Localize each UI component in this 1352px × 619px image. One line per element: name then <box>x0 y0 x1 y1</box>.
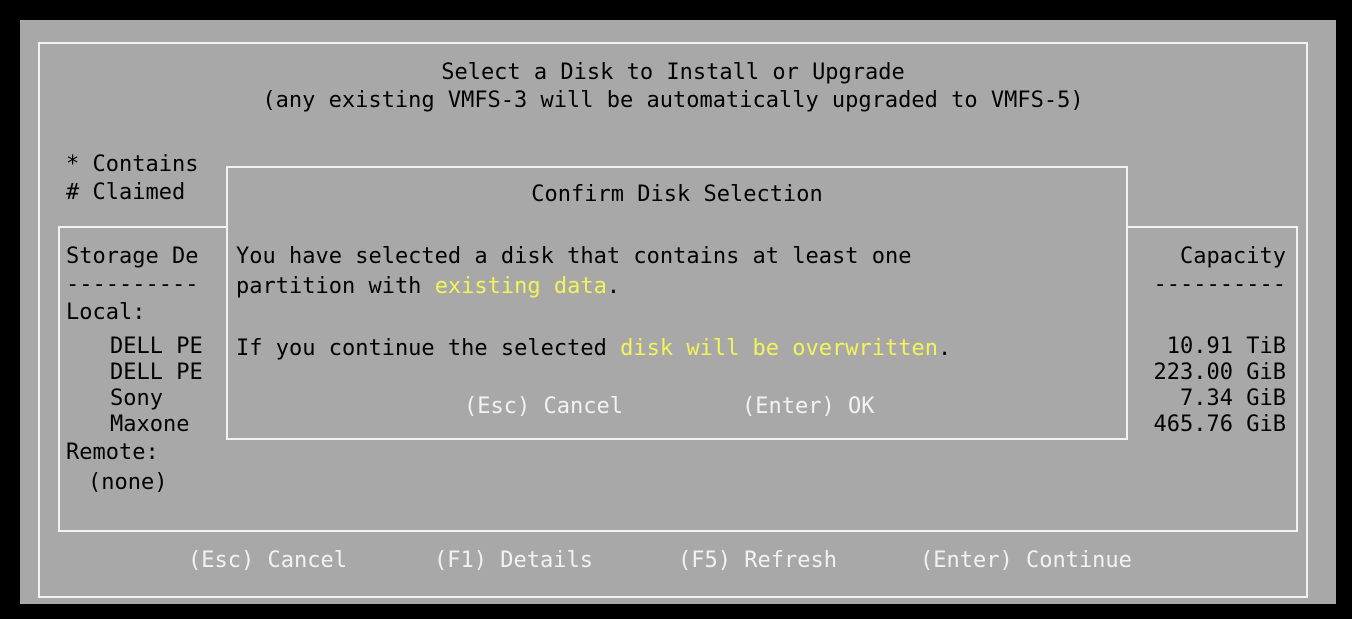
separator-left: ---------- <box>66 272 199 297</box>
legend-claimed: # Claimed <box>66 180 186 205</box>
dialog-ok-button[interactable]: (Enter) OK <box>742 394 874 420</box>
column-header-capacity: Capacity <box>1180 244 1286 270</box>
footer-cancel-key[interactable]: (Esc) Cancel <box>188 548 347 574</box>
footer-continue-key[interactable]: (Enter) Continue <box>920 548 1132 574</box>
footer-refresh-key[interactable]: (F5) Refresh <box>678 548 837 574</box>
group-label-local: Local: <box>66 300 146 325</box>
page-subtitle: (any existing VMFS-3 will be automatical… <box>262 88 1084 113</box>
disk-row-name[interactable]: DELL PE <box>110 334 203 360</box>
confirm-disk-dialog: Confirm Disk Selection You have selected… <box>226 166 1128 440</box>
message-text: . <box>938 336 952 361</box>
message-text: . <box>606 274 621 299</box>
dialog-message-line-1: You have selected a disk that contains a… <box>236 244 912 269</box>
legend-contains: * Contains <box>66 152 199 177</box>
disk-row-capacity: 10.91 TiB <box>1166 334 1286 359</box>
dialog-message-line-2: partition with existing data. <box>236 274 620 300</box>
disk-row-name[interactable]: DELL PE <box>110 360 203 386</box>
group-label-remote: Remote: <box>66 440 159 465</box>
disk-row-capacity: 223.00 GiB <box>1153 360 1286 385</box>
message-text: partition with <box>236 274 435 299</box>
dialog-cancel-button[interactable]: (Esc) Cancel <box>464 394 623 420</box>
disk-row-name[interactable]: Maxone <box>110 412 189 438</box>
disk-row-name[interactable]: Sony <box>110 386 163 412</box>
highlight-disk-overwritten: disk will be overwritten <box>620 336 938 361</box>
remote-none: (none) <box>88 470 168 495</box>
column-header-storage-device: Storage De <box>66 244 199 270</box>
disk-row-capacity: 7.34 GiB <box>1180 386 1286 411</box>
disk-row-capacity: 465.76 GiB <box>1153 412 1286 437</box>
highlight-existing-data: existing data <box>434 274 607 299</box>
page-title: Select a Disk to Install or Upgrade <box>441 60 905 85</box>
footer-details-key[interactable]: (F1) Details <box>434 548 593 574</box>
separator-right: ---------- <box>1153 272 1286 297</box>
dialog-title: Confirm Disk Selection <box>531 182 823 207</box>
message-text: If you continue the selected <box>236 336 621 361</box>
dialog-message-line-3: If you continue the selected disk will b… <box>236 336 951 362</box>
